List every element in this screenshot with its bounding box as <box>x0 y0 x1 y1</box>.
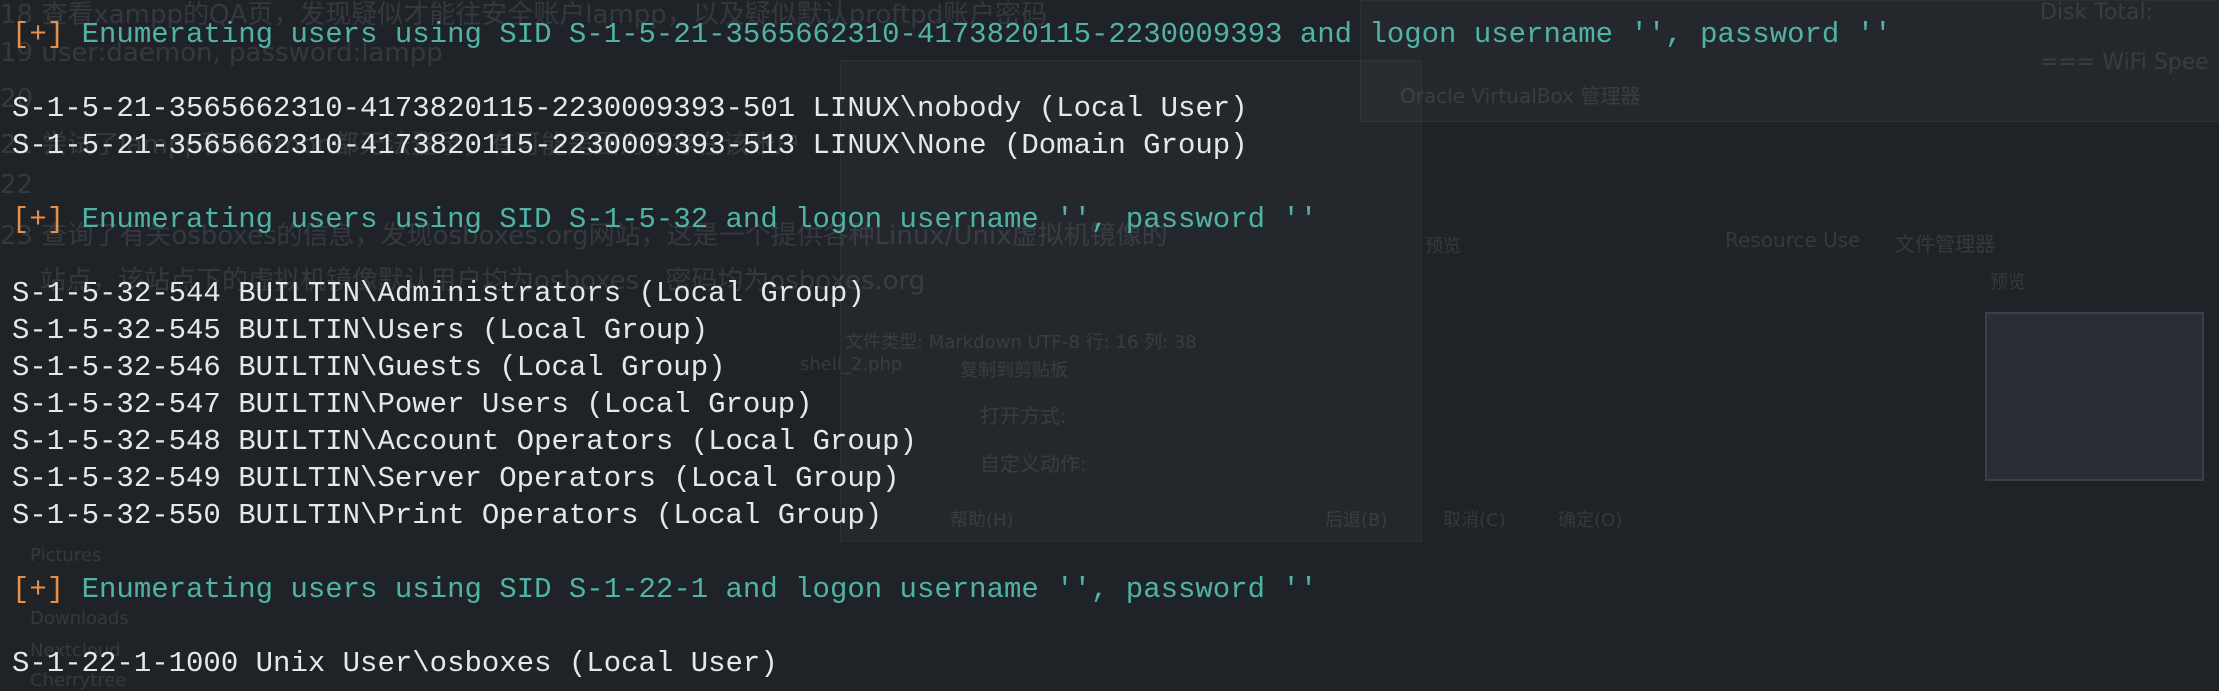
info-message: Enumerating users using SID S-1-22-1 and… <box>81 573 1318 606</box>
info-line: [+] Enumerating users using SID S-1-5-21… <box>12 17 1892 53</box>
info-marker: [+] <box>12 203 65 236</box>
info-line: [+] Enumerating users using SID S-1-22-1… <box>12 572 1317 608</box>
output-line: S-1-5-32-547 BUILTIN\Power Users (Local … <box>12 388 813 421</box>
output-line: S-1-5-21-3565662310-4173820115-223000939… <box>12 129 1248 162</box>
info-line: [+] Enumerating users using SID S-1-5-32… <box>12 202 1317 238</box>
output-line: S-1-5-32-548 BUILTIN\Account Operators (… <box>12 425 917 458</box>
output-line: S-1-5-21-3565662310-4173820115-223000939… <box>12 92 1248 125</box>
info-message: Enumerating users using SID S-1-5-21-356… <box>81 18 1892 51</box>
output-line: S-1-5-32-545 BUILTIN\Users (Local Group) <box>12 314 709 347</box>
output-line: S-1-5-32-549 BUILTIN\Server Operators (L… <box>12 462 900 495</box>
output-line: S-1-22-1-1000 Unix User\osboxes (Local U… <box>12 647 778 680</box>
output-line: S-1-5-32-544 BUILTIN\Administrators (Loc… <box>12 277 865 310</box>
info-marker: [+] <box>12 573 65 606</box>
info-marker: [+] <box>12 18 65 51</box>
output-line: S-1-5-32-550 BUILTIN\Print Operators (Lo… <box>12 499 883 532</box>
output-line: S-1-5-32-546 BUILTIN\Guests (Local Group… <box>12 351 726 384</box>
info-message: Enumerating users using SID S-1-5-32 and… <box>81 203 1318 236</box>
terminal-output[interactable]: [+] Enumerating users using SID S-1-5-21… <box>0 0 2219 691</box>
